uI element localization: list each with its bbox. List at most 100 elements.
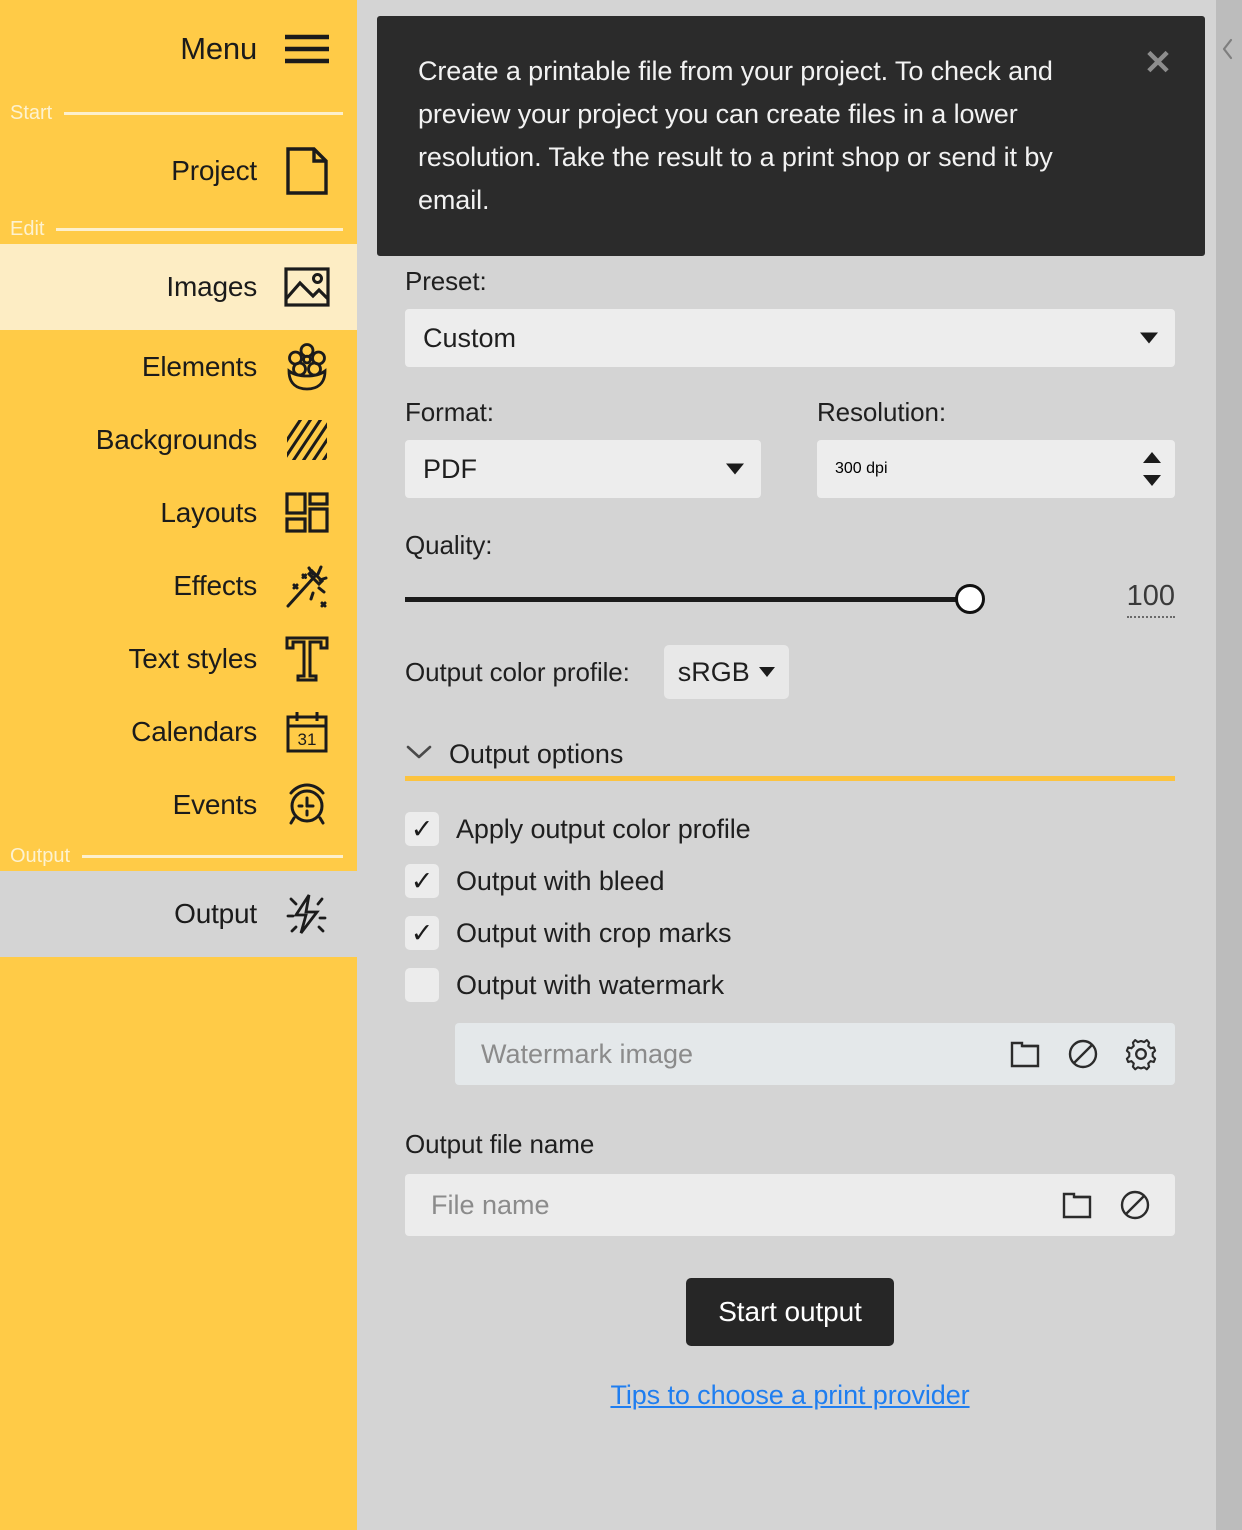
sidebar-item-label: Images bbox=[166, 271, 257, 303]
preset-value: Custom bbox=[423, 323, 516, 354]
sidebar-item-elements[interactable]: Elements bbox=[0, 330, 357, 403]
checkbox-box[interactable]: ✓ bbox=[405, 864, 439, 898]
sidebar-item-images[interactable]: Images bbox=[0, 244, 357, 330]
text-t-icon bbox=[281, 633, 333, 685]
tips-row: Tips to choose a print provider bbox=[405, 1380, 1175, 1411]
output-options-accordion: Output options ✓ Apply output color prof… bbox=[405, 739, 1175, 1085]
layout-grid-icon bbox=[281, 487, 333, 539]
checkbox-box[interactable] bbox=[405, 968, 439, 1002]
sidebar-item-events[interactable]: Events bbox=[0, 768, 357, 841]
chevron-down-icon bbox=[759, 667, 775, 677]
quality-value[interactable]: 100 bbox=[1127, 580, 1175, 618]
checkbox-apply-output-color-profile[interactable]: ✓ Apply output color profile bbox=[405, 803, 1175, 855]
resolution-label: Resolution: bbox=[817, 397, 1175, 428]
watermark-placeholder[interactable]: Watermark image bbox=[481, 1039, 1007, 1070]
sidebar-item-label: Calendars bbox=[131, 716, 257, 748]
check-icon: ✓ bbox=[411, 920, 434, 947]
section-label: Edit bbox=[10, 218, 44, 241]
alarm-clock-icon bbox=[281, 779, 333, 831]
folder-icon[interactable] bbox=[1059, 1187, 1095, 1223]
checkbox-label: Apply output color profile bbox=[456, 814, 751, 845]
watermark-image-input[interactable]: Watermark image bbox=[455, 1023, 1175, 1085]
watermark-input-icons bbox=[1007, 1036, 1159, 1072]
section-divider bbox=[56, 228, 343, 231]
checkbox-label: Output with crop marks bbox=[456, 918, 731, 949]
clear-circle-slash-icon[interactable] bbox=[1117, 1187, 1153, 1223]
calendar-31-icon: 31 bbox=[281, 706, 333, 758]
resolution-field: Resolution: 300 dpi bbox=[817, 397, 1175, 498]
format-value: PDF bbox=[423, 454, 477, 485]
section-divider bbox=[64, 112, 343, 115]
quality-field: Quality: 100 bbox=[405, 530, 1175, 619]
sidebar-item-label: Output bbox=[174, 898, 257, 930]
sidebar-item-backgrounds[interactable]: Backgrounds bbox=[0, 403, 357, 476]
gear-icon[interactable] bbox=[1123, 1036, 1159, 1072]
preset-label: Preset: bbox=[405, 266, 1175, 297]
sidebar-item-label: Backgrounds bbox=[96, 424, 257, 456]
section-label: Output bbox=[10, 845, 70, 868]
hatch-icon bbox=[281, 414, 333, 466]
folder-icon[interactable] bbox=[1007, 1036, 1043, 1072]
output-options-toggle[interactable]: Output options bbox=[405, 739, 1175, 776]
svg-text:31: 31 bbox=[298, 730, 317, 749]
clear-circle-slash-icon[interactable] bbox=[1065, 1036, 1101, 1072]
file-name-placeholder[interactable]: File name bbox=[431, 1190, 1059, 1221]
accent-rule bbox=[405, 776, 1175, 781]
checkbox-output-with-bleed[interactable]: ✓ Output with bleed bbox=[405, 855, 1175, 907]
sidebar-item-label: Layouts bbox=[160, 497, 257, 529]
checkbox-output-with-crop-marks[interactable]: ✓ Output with crop marks bbox=[405, 907, 1175, 959]
start-output-button[interactable]: Start output bbox=[686, 1278, 894, 1346]
output-form: Preset: Custom Format: PDF Resolution: 3… bbox=[405, 266, 1175, 1411]
start-output-row: Start output bbox=[405, 1278, 1175, 1346]
close-icon[interactable]: ✕ bbox=[1141, 48, 1175, 82]
tips-print-provider-link[interactable]: Tips to choose a print provider bbox=[610, 1380, 969, 1411]
output-options-title: Output options bbox=[449, 739, 623, 770]
stepper-down-icon[interactable] bbox=[1143, 475, 1161, 486]
resolution-value: 300 dpi bbox=[835, 460, 888, 478]
check-icon: ✓ bbox=[411, 868, 434, 895]
file-name-input[interactable]: File name bbox=[405, 1174, 1175, 1236]
sidebar-item-output[interactable]: Output bbox=[0, 871, 357, 957]
info-banner-text: Create a printable file from your projec… bbox=[418, 50, 1115, 222]
output-burst-icon bbox=[281, 888, 333, 940]
output-file-name-label: Output file name bbox=[405, 1129, 1175, 1160]
checkbox-output-with-watermark[interactable]: Output with watermark bbox=[405, 959, 1175, 1011]
section-header-start: Start bbox=[0, 98, 357, 128]
color-profile-field: Output color profile: sRGB bbox=[405, 643, 1175, 701]
resolution-stepper[interactable]: 300 dpi bbox=[817, 440, 1175, 498]
color-profile-dropdown[interactable]: sRGB bbox=[664, 645, 789, 699]
color-profile-value: sRGB bbox=[678, 657, 750, 688]
checkbox-box[interactable]: ✓ bbox=[405, 812, 439, 846]
sidebar-item-text-styles[interactable]: Text styles bbox=[0, 622, 357, 695]
quality-slider[interactable] bbox=[405, 579, 970, 619]
slider-thumb[interactable] bbox=[955, 584, 985, 614]
hamburger-icon bbox=[281, 23, 333, 75]
section-divider bbox=[82, 855, 343, 858]
chevron-down-icon bbox=[1140, 333, 1158, 344]
document-icon bbox=[281, 145, 333, 197]
menu-label: Menu bbox=[180, 31, 257, 67]
stepper-arrows bbox=[1143, 440, 1161, 498]
checkbox-label: Output with bleed bbox=[456, 866, 664, 897]
stepper-up-icon[interactable] bbox=[1143, 452, 1161, 463]
sidebar-item-label: Project bbox=[171, 155, 257, 187]
output-options-checkbox-list: ✓ Apply output color profile ✓ Output wi… bbox=[405, 803, 1175, 1085]
chevron-down-icon bbox=[405, 744, 433, 766]
menu-button[interactable]: Menu bbox=[0, 0, 357, 98]
preset-select[interactable]: Custom bbox=[405, 309, 1175, 367]
chevron-left-icon[interactable] bbox=[1220, 36, 1236, 62]
checkbox-box[interactable]: ✓ bbox=[405, 916, 439, 950]
format-select[interactable]: PDF bbox=[405, 440, 761, 498]
checkbox-label: Output with watermark bbox=[456, 970, 724, 1001]
sidebar-item-layouts[interactable]: Layouts bbox=[0, 476, 357, 549]
format-label: Format: bbox=[405, 397, 761, 428]
slider-track bbox=[405, 597, 970, 602]
check-icon: ✓ bbox=[411, 816, 434, 843]
image-icon bbox=[281, 261, 333, 313]
preset-field: Preset: Custom bbox=[405, 266, 1175, 367]
sidebar-item-project[interactable]: Project bbox=[0, 128, 357, 214]
info-banner: Create a printable file from your projec… bbox=[377, 16, 1205, 256]
sidebar-item-calendars[interactable]: Calendars 31 bbox=[0, 695, 357, 768]
sidebar-item-effects[interactable]: Effects bbox=[0, 549, 357, 622]
sidebar-item-label: Effects bbox=[173, 570, 257, 602]
